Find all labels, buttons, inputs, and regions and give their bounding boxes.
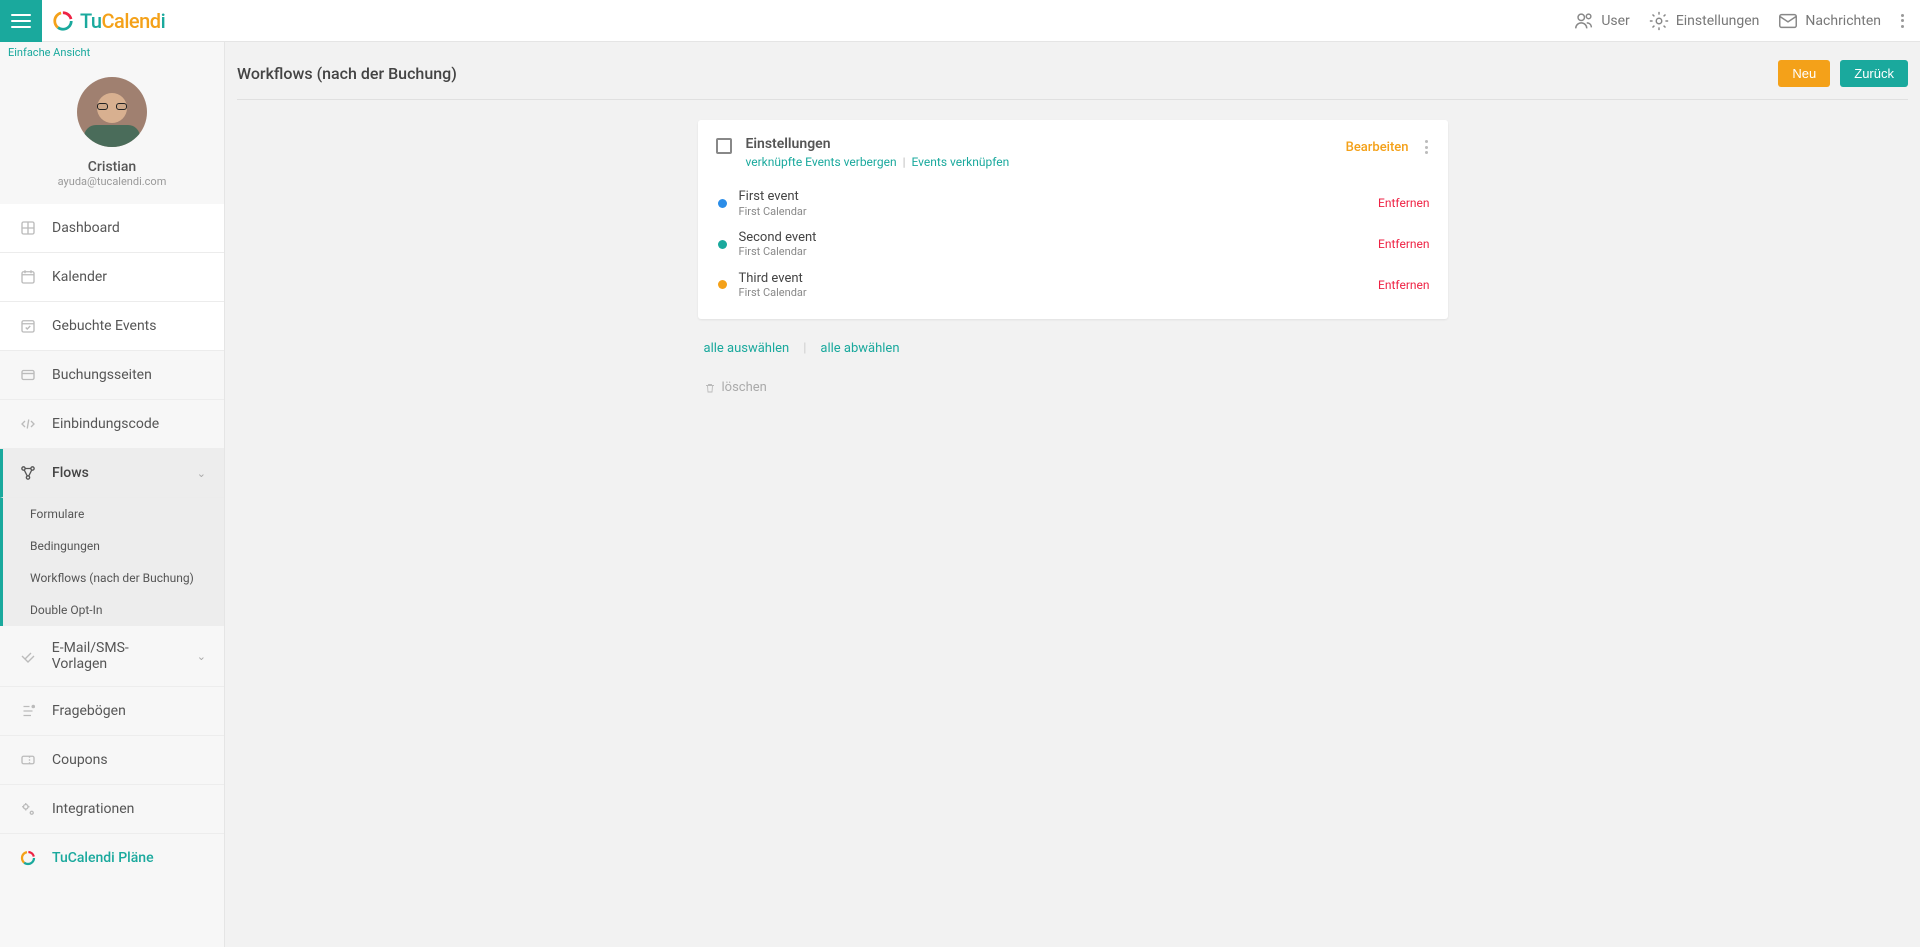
- event-name: Second event: [739, 230, 1367, 246]
- brand-mini-icon: [18, 848, 38, 868]
- nav-sub-workflows[interactable]: Workflows (nach der Buchung): [3, 562, 224, 594]
- nav-calendar-label: Kalender: [52, 269, 107, 285]
- trash-icon: [704, 381, 716, 395]
- color-dot-icon: [718, 199, 727, 208]
- form-icon: [18, 701, 38, 721]
- nav-calendar[interactable]: Kalender: [0, 253, 224, 302]
- gear-icon: [1648, 10, 1670, 32]
- nav-booking-pages-label: Buchungsseiten: [52, 367, 152, 383]
- profile-block: Cristian ayuda@tucalendi.com: [0, 63, 224, 196]
- brand[interactable]: TuCalendi: [52, 9, 165, 33]
- menu-toggle[interactable]: [0, 0, 42, 42]
- topbar: TuCalendi User Einstellungen Nachrichten: [0, 0, 1920, 42]
- nav-sub-double-optin[interactable]: Double Opt-In: [3, 594, 224, 626]
- event-name: First event: [739, 189, 1367, 205]
- nav-sub-conditions[interactable]: Bedingungen: [3, 530, 224, 562]
- event-calendar: First Calendar: [739, 286, 1367, 299]
- event-calendar: First Calendar: [739, 205, 1367, 218]
- nav-plans[interactable]: TuCalendi Pläne: [0, 834, 224, 882]
- card-more[interactable]: [1423, 136, 1430, 158]
- nav-flows[interactable]: Flows ⌄: [0, 449, 224, 498]
- nav-dashboard[interactable]: Dashboard: [0, 204, 224, 253]
- delete-label: löschen: [722, 380, 767, 395]
- calendar-check-icon: [18, 316, 38, 336]
- nav-coupons-label: Coupons: [52, 752, 108, 768]
- page-title: Workflows (nach der Buchung): [237, 64, 457, 83]
- gear-small-icon: [18, 799, 38, 819]
- nav-booked-label: Gebuchte Events: [52, 318, 157, 334]
- nav: Dashboard Kalender Gebuchte Events Buchu…: [0, 196, 224, 882]
- edit-link[interactable]: Bearbeiten: [1346, 140, 1409, 155]
- flows-icon: [18, 463, 38, 483]
- nav-sub-forms[interactable]: Formulare: [3, 498, 224, 530]
- topbar-actions: User Einstellungen Nachrichten: [1573, 8, 1920, 34]
- select-all-link[interactable]: alle auswählen: [704, 341, 790, 356]
- workflow-card: Einstellungen verknüpfte Events verberge…: [698, 120, 1448, 319]
- topbar-user[interactable]: User: [1573, 10, 1629, 32]
- grid-icon: [18, 218, 38, 238]
- chevron-down-icon: ⌄: [197, 650, 206, 663]
- new-button[interactable]: Neu: [1778, 60, 1830, 87]
- event-row: Second event First Calendar Entfernen: [716, 224, 1430, 265]
- nav-flows-sub: Formulare Bedingungen Workflows (nach de…: [0, 498, 224, 626]
- bulk-select-bar: alle auswählen | alle abwählen: [698, 341, 1448, 356]
- nav-surveys[interactable]: Fragebögen: [0, 687, 224, 736]
- nav-flows-label: Flows: [52, 465, 89, 481]
- mail-icon: [1777, 10, 1799, 32]
- event-list: First event First Calendar Entfernen Sec…: [716, 183, 1430, 305]
- code-icon: [18, 414, 38, 434]
- workflow-checkbox[interactable]: [716, 138, 732, 154]
- topbar-messages[interactable]: Nachrichten: [1777, 10, 1881, 32]
- check-double-icon: [18, 646, 38, 666]
- event-row: Third event First Calendar Entfernen: [716, 265, 1430, 306]
- nav-booking-pages[interactable]: Buchungsseiten: [0, 351, 224, 400]
- delete-row[interactable]: löschen: [698, 380, 1448, 395]
- link-events-link[interactable]: Events verknüpfen: [912, 155, 1010, 169]
- nav-integrations[interactable]: Integrationen: [0, 785, 224, 834]
- simple-view-toggle[interactable]: Einfache Ansicht: [0, 42, 224, 63]
- nav-integrations-label: Integrationen: [52, 801, 134, 817]
- workflow-links: verknüpfte Events verbergen | Events ver…: [746, 155, 1332, 169]
- topbar-messages-label: Nachrichten: [1805, 13, 1881, 29]
- main-content: Workflows (nach der Buchung) Neu Zurück …: [225, 42, 1920, 947]
- sidebar: Einfache Ansicht Cristian ayuda@tucalend…: [0, 42, 225, 947]
- nav-plans-label: TuCalendi Pläne: [52, 850, 154, 866]
- event-calendar: First Calendar: [739, 245, 1367, 258]
- nav-email-sms[interactable]: E-Mail/SMS-Vorlagen ⌄: [0, 626, 224, 687]
- event-name: Third event: [739, 271, 1367, 287]
- avatar[interactable]: [77, 77, 147, 147]
- remove-event-link[interactable]: Entfernen: [1378, 278, 1429, 292]
- deselect-all-link[interactable]: alle abwählen: [820, 341, 899, 356]
- brand-logo-icon: [52, 10, 74, 32]
- nav-booked-events[interactable]: Gebuchte Events: [0, 302, 224, 351]
- page-header: Workflows (nach der Buchung) Neu Zurück: [237, 60, 1908, 100]
- remove-event-link[interactable]: Entfernen: [1378, 237, 1429, 251]
- window-icon: [18, 365, 38, 385]
- profile-name: Cristian: [10, 159, 214, 175]
- chevron-down-icon: ⌄: [197, 467, 206, 480]
- nav-dashboard-label: Dashboard: [52, 220, 120, 236]
- topbar-user-label: User: [1601, 13, 1629, 29]
- back-button[interactable]: Zurück: [1840, 60, 1908, 87]
- nav-embed-code[interactable]: Einbindungscode: [0, 400, 224, 449]
- hamburger-icon: [11, 14, 31, 28]
- topbar-settings[interactable]: Einstellungen: [1648, 10, 1760, 32]
- remove-event-link[interactable]: Entfernen: [1378, 196, 1429, 210]
- nav-email-sms-label: E-Mail/SMS-Vorlagen: [52, 640, 183, 672]
- event-row: First event First Calendar Entfernen: [716, 183, 1430, 224]
- profile-email: ayuda@tucalendi.com: [10, 175, 214, 188]
- hide-linked-events-link[interactable]: verknüpfte Events verbergen: [746, 155, 897, 169]
- color-dot-icon: [718, 240, 727, 249]
- nav-coupons[interactable]: Coupons: [0, 736, 224, 785]
- topbar-settings-label: Einstellungen: [1676, 13, 1760, 29]
- nav-surveys-label: Fragebögen: [52, 703, 126, 719]
- topbar-more[interactable]: [1899, 8, 1906, 34]
- calendar-icon: [18, 267, 38, 287]
- users-icon: [1573, 10, 1595, 32]
- ticket-icon: [18, 750, 38, 770]
- nav-embed-label: Einbindungscode: [52, 416, 159, 432]
- color-dot-icon: [718, 280, 727, 289]
- brand-text: TuCalendi: [80, 9, 165, 33]
- workflow-title: Einstellungen: [746, 136, 1332, 152]
